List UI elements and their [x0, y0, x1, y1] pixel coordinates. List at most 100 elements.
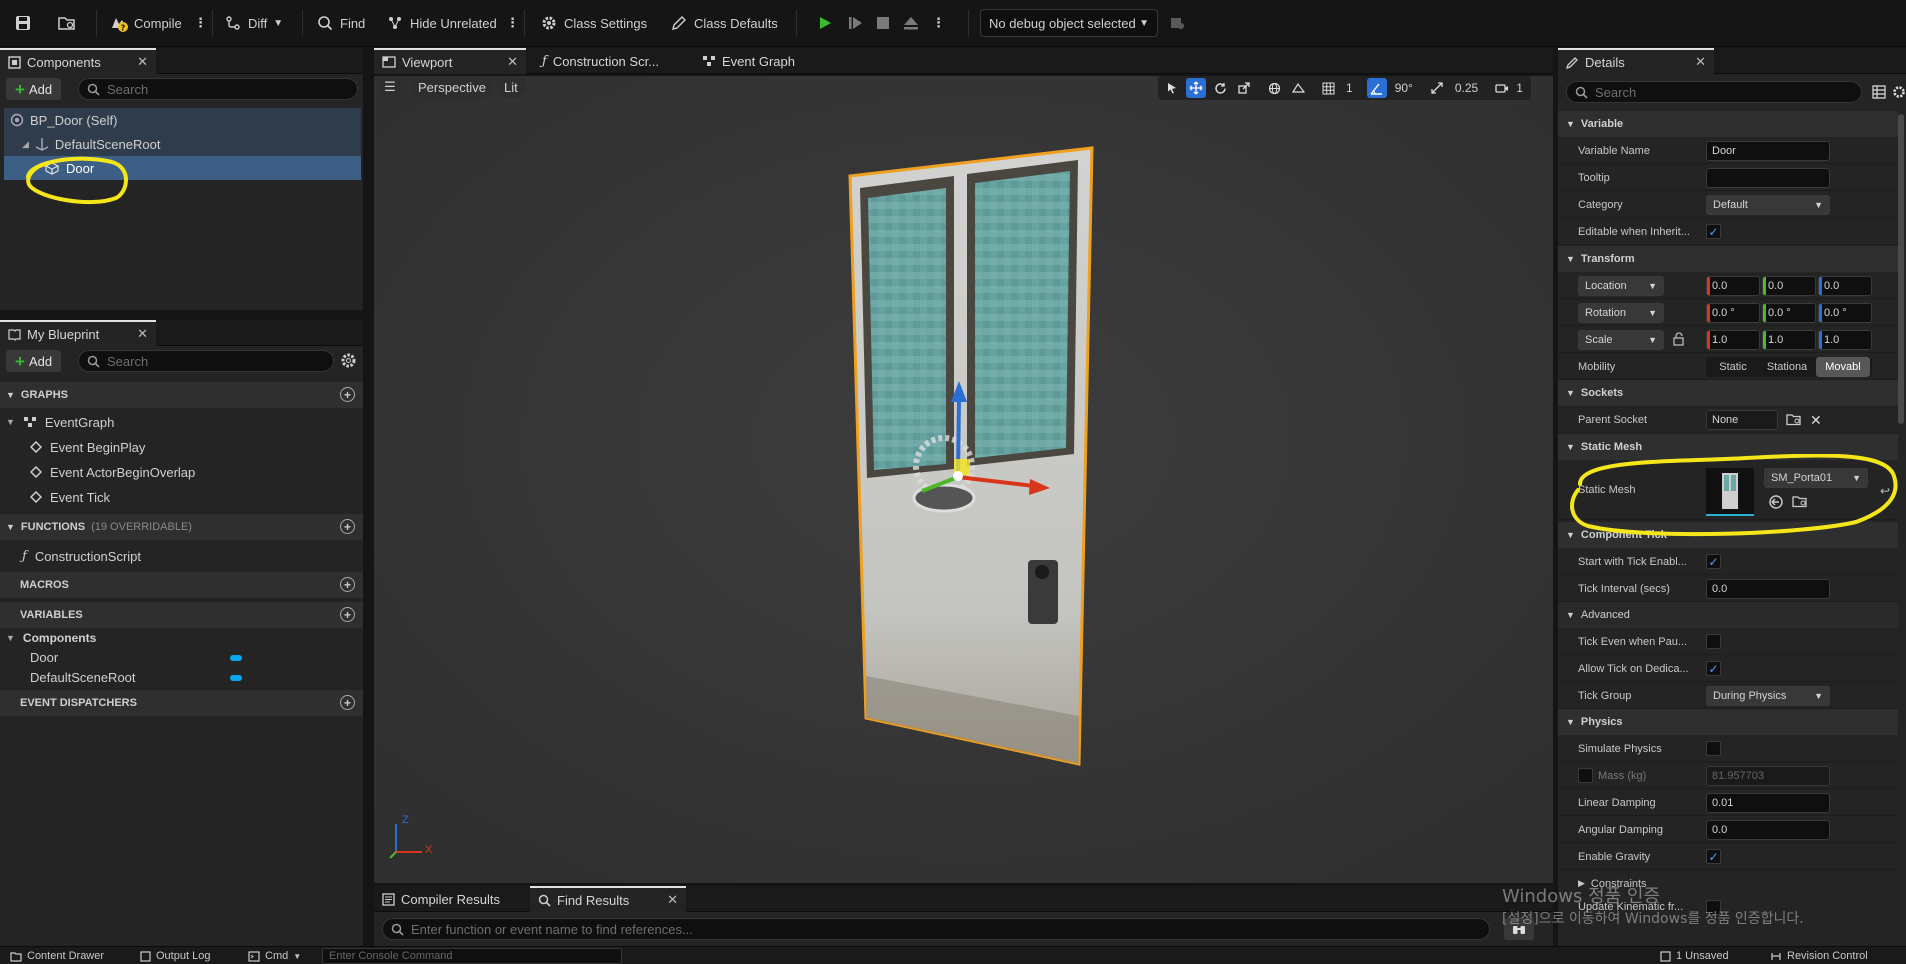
- hide-unrelated-options-button[interactable]: ⋮: [502, 10, 523, 36]
- output-log-button[interactable]: Output Log: [140, 948, 210, 964]
- browse-button[interactable]: [54, 10, 80, 36]
- hide-unrelated-button[interactable]: Hide Unrelated: [382, 10, 501, 36]
- details-section-physics[interactable]: ▼ Physics: [1558, 709, 1898, 735]
- details-section-static-mesh[interactable]: ▼ Static Mesh: [1558, 434, 1898, 460]
- event-dispatchers-section-header[interactable]: EVENT DISPATCHERS +: [0, 690, 363, 716]
- use-selected-asset-icon[interactable]: [1768, 494, 1784, 510]
- details-search-input[interactable]: Search: [1566, 81, 1862, 103]
- find-button[interactable]: Find: [312, 10, 369, 36]
- debug-object-select[interactable]: No debug object selected ▼: [980, 9, 1158, 37]
- event-actorbeginoverlap-item[interactable]: Event ActorBeginOverlap: [30, 460, 195, 484]
- components-search-input[interactable]: Search: [78, 78, 358, 100]
- functions-section-header[interactable]: ▼ FUNCTIONS (19 OVERRIDABLE) +: [0, 514, 363, 540]
- scale-z-input[interactable]: 1.0: [1818, 330, 1872, 350]
- location-z-input[interactable]: 0.0: [1818, 276, 1872, 296]
- tick-group-select[interactable]: During Physics ▼: [1706, 686, 1830, 706]
- add-graph-icon[interactable]: +: [340, 387, 355, 402]
- details-section-transform[interactable]: ▼ Transform: [1558, 246, 1898, 272]
- scale-x-input[interactable]: 1.0: [1706, 330, 1760, 350]
- tab-find-results[interactable]: Find Results ✕: [530, 886, 686, 912]
- event-graph-item[interactable]: ▼ EventGraph: [6, 410, 114, 434]
- viewport-canvas[interactable]: Z X ☰ Perspective Lit: [374, 76, 1553, 883]
- mobility-static-option[interactable]: Static: [1706, 357, 1760, 377]
- scale-snap-button[interactable]: [1427, 78, 1447, 98]
- perspective-button[interactable]: Perspective: [410, 76, 494, 98]
- browse-asset-icon[interactable]: [1792, 494, 1808, 508]
- translate-mode-button[interactable]: [1186, 78, 1206, 98]
- static-mesh-thumbnail[interactable]: [1706, 468, 1754, 516]
- macros-section-header[interactable]: MACROS +: [0, 572, 363, 598]
- blueprint-settings-gear-icon[interactable]: [340, 352, 357, 369]
- location-y-input[interactable]: 0.0: [1762, 276, 1816, 296]
- details-section-variable[interactable]: ▼ Variable: [1558, 111, 1898, 137]
- lit-button[interactable]: Lit: [496, 76, 526, 98]
- add-dispatcher-icon[interactable]: +: [340, 695, 355, 710]
- compile-button[interactable]: ? Compile: [106, 10, 186, 36]
- camera-speed-value[interactable]: 1: [1516, 81, 1527, 95]
- simulate-physics-checkbox[interactable]: [1706, 741, 1721, 756]
- tab-my-blueprint[interactable]: My Blueprint ✕: [0, 320, 156, 346]
- class-settings-button[interactable]: Class Settings: [536, 10, 651, 36]
- scale-mode-button[interactable]: [1234, 78, 1254, 98]
- step-button[interactable]: [842, 10, 868, 36]
- angle-snap-value[interactable]: 90°: [1391, 81, 1417, 95]
- revision-control-button[interactable]: Revision Control: [1770, 948, 1868, 964]
- close-icon[interactable]: ✕: [137, 326, 148, 342]
- find-references-input[interactable]: Enter function or event name to find ref…: [382, 918, 1490, 940]
- rotation-x-input[interactable]: 0.0 °: [1706, 303, 1760, 323]
- mobility-stationary-option[interactable]: Stationa: [1760, 357, 1814, 377]
- play-options-button[interactable]: ⋮: [928, 10, 949, 36]
- variables-section-header[interactable]: VARIABLES +: [0, 602, 363, 628]
- diff-button[interactable]: Diff ▼: [220, 10, 287, 36]
- details-section-sockets[interactable]: ▼ Sockets: [1558, 380, 1898, 406]
- select-mode-button[interactable]: [1162, 78, 1182, 98]
- save-button[interactable]: [10, 10, 36, 36]
- allow-tick-dedicated-checkbox[interactable]: ✓: [1706, 661, 1721, 676]
- add-component-button[interactable]: + Add: [6, 78, 62, 100]
- tree-item-door[interactable]: Door: [44, 157, 94, 179]
- property-matrix-icon[interactable]: [1872, 85, 1886, 99]
- tick-interval-input[interactable]: 0.0: [1706, 579, 1830, 599]
- close-icon[interactable]: ✕: [507, 54, 518, 70]
- angular-damping-input[interactable]: 0.0: [1706, 820, 1830, 840]
- mobility-movable-option[interactable]: Movabl: [1816, 357, 1870, 377]
- tree-item-defaultsceneroot[interactable]: ◢ DefaultSceneRoot: [22, 133, 160, 155]
- enable-gravity-checkbox[interactable]: ✓: [1706, 849, 1721, 864]
- tree-item-self[interactable]: BP_Door (Self): [10, 109, 117, 131]
- rotation-y-input[interactable]: 0.0 °: [1762, 303, 1816, 323]
- close-icon[interactable]: ✕: [667, 892, 678, 908]
- reset-to-default-icon[interactable]: ↩: [1880, 484, 1890, 498]
- stop-button[interactable]: [870, 10, 896, 36]
- editable-inherited-checkbox[interactable]: ✓: [1706, 224, 1721, 239]
- blueprint-search-input[interactable]: Search: [78, 350, 334, 372]
- linear-damping-input[interactable]: 0.01: [1706, 793, 1830, 813]
- content-drawer-button[interactable]: Content Drawer: [10, 948, 104, 964]
- grid-snap-button[interactable]: [1318, 78, 1338, 98]
- rotation-mode-select[interactable]: Rotation ▼: [1578, 303, 1664, 323]
- camera-speed-button[interactable]: [1492, 78, 1512, 98]
- category-select[interactable]: Default ▼: [1706, 195, 1830, 215]
- add-macro-icon[interactable]: +: [340, 577, 355, 592]
- add-member-button[interactable]: + Add: [6, 350, 62, 372]
- play-button[interactable]: [812, 10, 838, 36]
- details-settings-gear-icon[interactable]: [1892, 85, 1906, 99]
- tab-construction-script[interactable]: ƒ Construction Scr...: [534, 48, 667, 74]
- tab-details[interactable]: Details ✕: [1558, 48, 1714, 74]
- viewport-menu-button[interactable]: ☰: [378, 76, 402, 98]
- graphs-section-header[interactable]: ▼ GRAPHS +: [0, 382, 363, 408]
- location-x-input[interactable]: 0.0: [1706, 276, 1760, 296]
- cmd-select[interactable]: Cmd ▼: [248, 948, 301, 964]
- mass-override-checkbox[interactable]: [1578, 768, 1593, 783]
- details-section-component-tick[interactable]: ▼ Component Tick: [1558, 522, 1898, 548]
- debug-filter-button[interactable]: [1164, 10, 1190, 36]
- class-defaults-button[interactable]: Class Defaults: [666, 10, 782, 36]
- rotation-z-input[interactable]: 0.0 °: [1818, 303, 1872, 323]
- close-icon[interactable]: ✕: [1695, 54, 1706, 70]
- world-local-button[interactable]: [1264, 78, 1284, 98]
- eject-button[interactable]: [898, 10, 924, 36]
- variable-defaultsceneroot-item[interactable]: DefaultSceneRoot: [30, 665, 136, 689]
- scale-snap-value[interactable]: 0.25: [1451, 81, 1482, 95]
- close-icon[interactable]: ✕: [137, 54, 148, 70]
- compile-options-button[interactable]: ⋮: [190, 10, 211, 36]
- tooltip-input[interactable]: [1706, 168, 1830, 188]
